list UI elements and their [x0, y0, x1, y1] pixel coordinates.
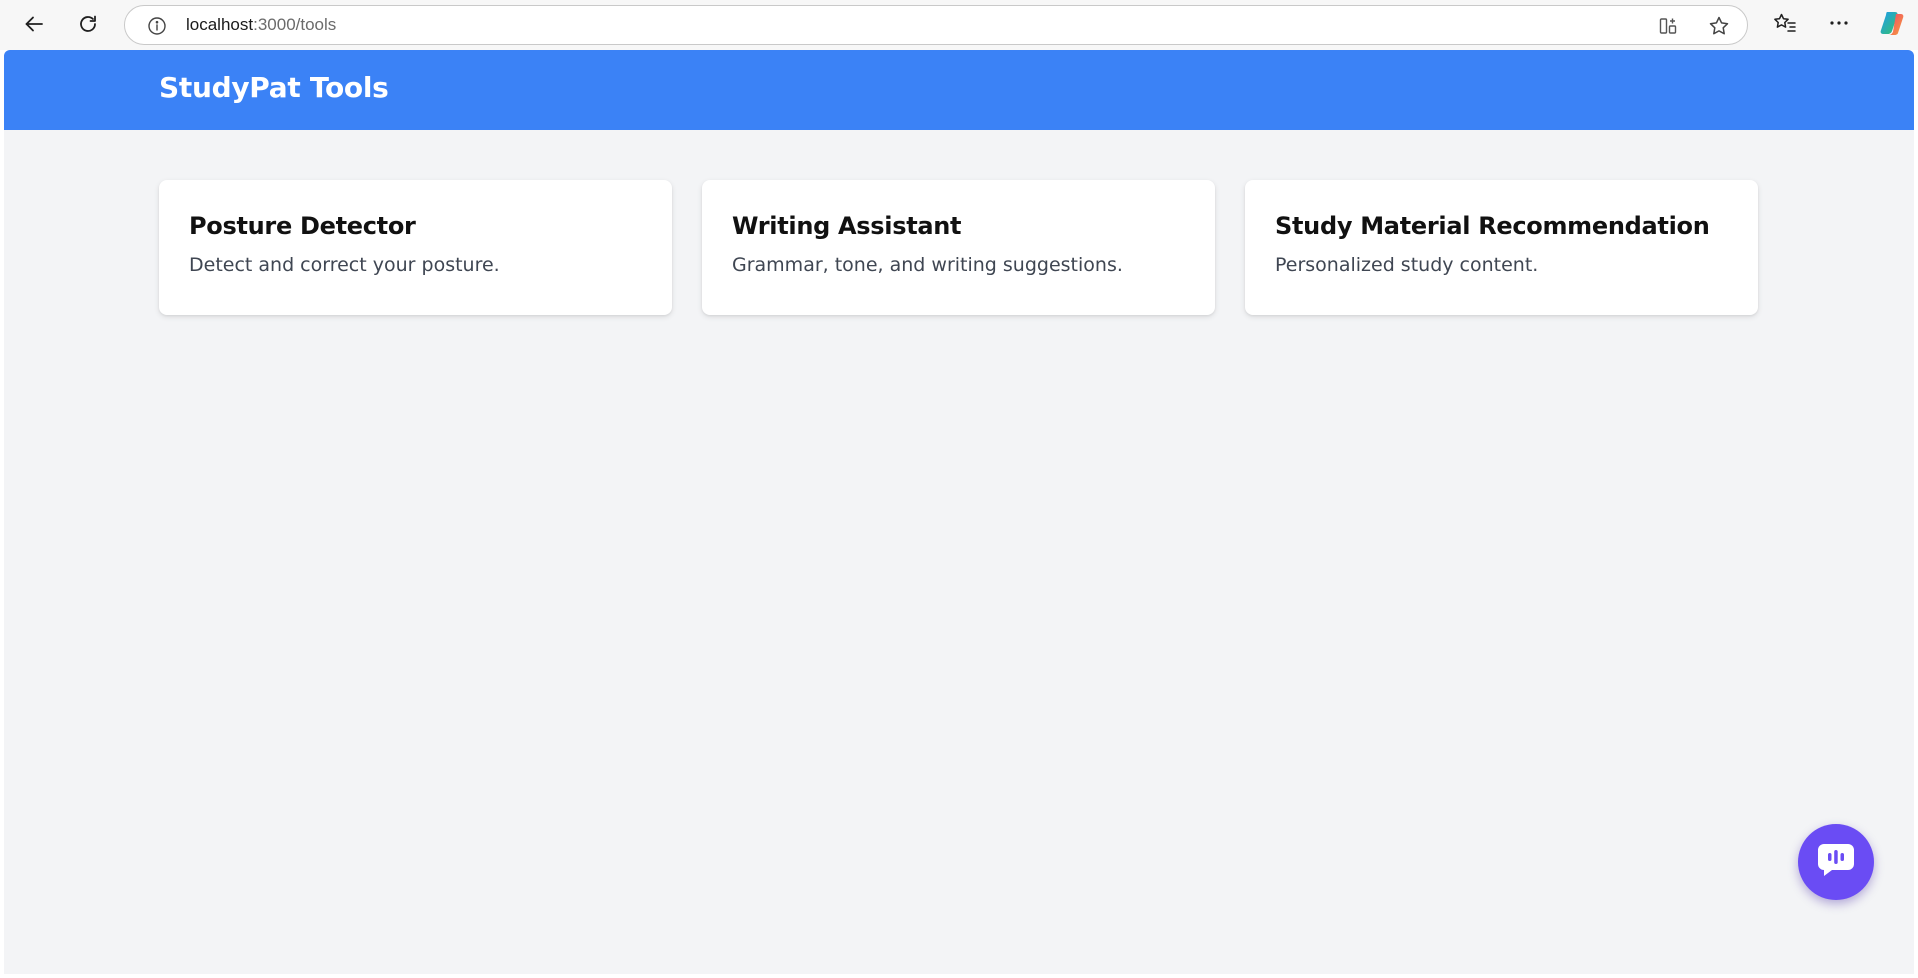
tool-card-description: Detect and correct your posture.: [189, 254, 500, 276]
favorites-icon: [1773, 12, 1797, 38]
tool-card-title: Posture Detector: [189, 212, 416, 240]
tool-card-description: Grammar, tone, and writing suggestions.: [732, 254, 1123, 276]
tool-card-study-material-recommendation[interactable]: Study Material Recommendation Personaliz…: [1245, 180, 1758, 315]
chat-button[interactable]: [1798, 824, 1874, 900]
tool-card-title: Study Material Recommendation: [1275, 212, 1710, 240]
reload-button[interactable]: [71, 7, 105, 41]
back-button[interactable]: [17, 7, 51, 41]
url-text[interactable]: localhost:3000/tools: [186, 15, 336, 35]
back-arrow-icon: [23, 13, 45, 35]
tool-card-title: Writing Assistant: [732, 212, 962, 240]
tool-card-description: Personalized study content.: [1275, 254, 1539, 276]
chat-icon: [1816, 842, 1856, 882]
page-title: StudyPat Tools: [159, 71, 389, 104]
info-icon[interactable]: [145, 14, 169, 38]
url-path: :3000/tools: [253, 15, 337, 34]
tool-card-posture-detector[interactable]: Posture Detector Detect and correct your…: [159, 180, 672, 315]
address-bar[interactable]: localhost:3000/tools: [124, 5, 1748, 45]
copilot-button[interactable]: [1875, 8, 1909, 42]
browser-toolbar: localhost:3000/tools: [0, 0, 1918, 50]
reload-icon: [77, 13, 99, 35]
more-options-icon: [1828, 12, 1850, 38]
app-header: StudyPat Tools: [4, 50, 1914, 130]
tool-card-writing-assistant[interactable]: Writing Assistant Grammar, tone, and wri…: [702, 180, 1215, 315]
tools-grid: Posture Detector Detect and correct your…: [159, 180, 1759, 315]
more-options-button[interactable]: [1822, 8, 1856, 42]
url-host: localhost: [186, 15, 254, 34]
split-screen-icon[interactable]: [1655, 14, 1681, 38]
copilot-icon: [1878, 9, 1906, 41]
page-viewport: StudyPat Tools Posture Detector Detect a…: [4, 50, 1914, 974]
star-icon[interactable]: [1706, 14, 1732, 38]
favorites-button[interactable]: [1768, 8, 1802, 42]
